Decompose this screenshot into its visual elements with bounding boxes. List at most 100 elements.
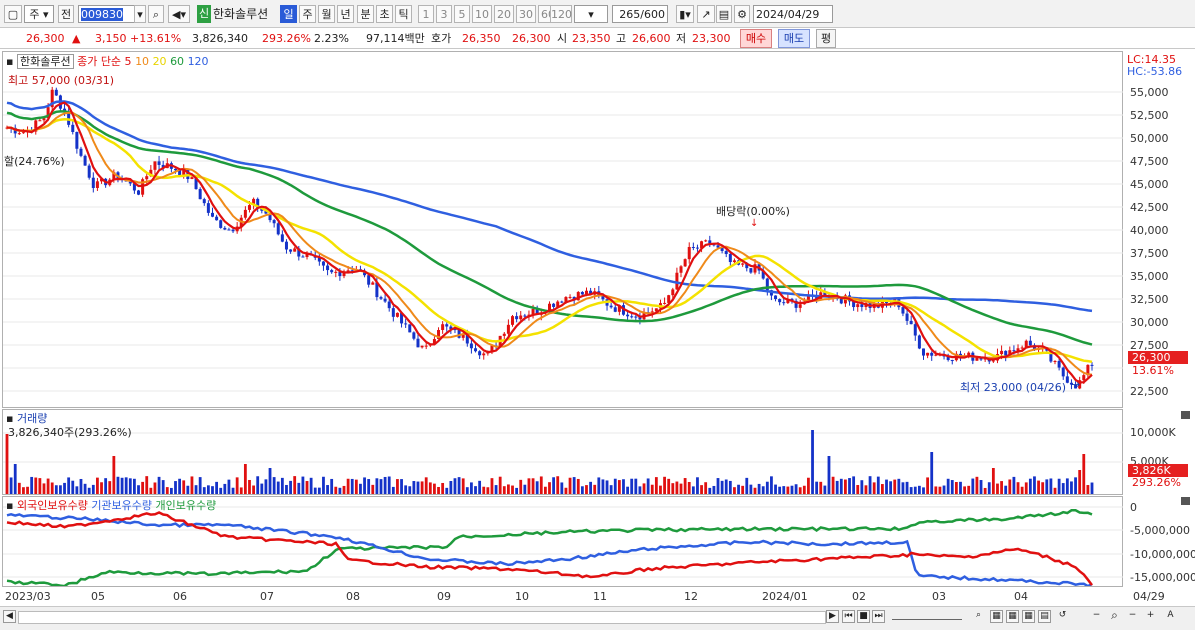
interval-input[interactable]: ▾ xyxy=(574,5,608,23)
high-price: 26,600 xyxy=(632,32,671,45)
interval-3-button[interactable]: 3 xyxy=(436,5,452,23)
layout4-icon[interactable]: ▤ xyxy=(1038,610,1051,623)
scroll-last-icon[interactable]: ⏭ xyxy=(872,610,885,623)
zoom-out-small-icon[interactable]: − xyxy=(1126,610,1139,623)
candle-body xyxy=(469,343,473,349)
price-legend: ▪ 한화솔루션 종가 단순 5 10 20 60 120 xyxy=(6,53,209,69)
zoom-out-icon[interactable]: − xyxy=(1090,610,1103,623)
candle-body xyxy=(909,320,913,325)
date-input[interactable]: 2024/04/29 ▦ xyxy=(753,5,833,39)
low-price: 23,300 xyxy=(692,32,731,45)
candle-body xyxy=(741,263,745,265)
period-yearly-button[interactable]: 년 xyxy=(337,5,354,23)
volume-bar xyxy=(568,477,572,494)
zoom-reset-icon[interactable]: ⌕ xyxy=(1108,609,1121,623)
sound-icon[interactable]: ◀▾ xyxy=(168,5,190,23)
candle-body xyxy=(79,148,83,156)
candle-body xyxy=(626,314,630,317)
zoom-slider[interactable] xyxy=(892,614,962,620)
scroll-first-icon[interactable]: ⏮ xyxy=(842,610,855,623)
stock-name: 한화솔루션 xyxy=(213,7,269,21)
stop-icon[interactable]: ■ xyxy=(857,610,870,623)
zoom-search-icon[interactable]: ⌕ xyxy=(972,610,985,623)
buy-button[interactable]: 매수 xyxy=(740,29,772,48)
volume-bar xyxy=(827,456,831,494)
window-layout-icon[interactable]: ▢ xyxy=(4,5,22,23)
period-weekly-button[interactable]: 주 xyxy=(299,5,316,23)
volume-bar xyxy=(264,479,268,494)
draw-tool-icon[interactable]: ↗ xyxy=(697,5,715,23)
price-axis-label: 50,000 xyxy=(1130,132,1169,145)
settings-icon[interactable]: ⚙ xyxy=(734,5,750,23)
volume-chart[interactable] xyxy=(3,410,1123,494)
interval-20-button[interactable]: 20 xyxy=(494,5,514,23)
volume-bar xyxy=(75,486,79,494)
volume-bar xyxy=(926,477,930,494)
candle-body xyxy=(506,324,510,334)
period-tick-button[interactable]: 틱 xyxy=(395,5,412,23)
volume-close-icon[interactable] xyxy=(1181,411,1190,419)
candle-body xyxy=(17,133,21,135)
candle-body xyxy=(774,295,778,300)
candle-body xyxy=(445,324,449,327)
layout2-icon[interactable]: ▦ xyxy=(1006,610,1019,623)
volume-bar xyxy=(153,482,157,494)
volume-bar xyxy=(359,483,362,494)
volume-bar xyxy=(831,476,835,494)
volume-bar xyxy=(770,476,773,494)
volume-bar xyxy=(552,477,556,494)
font-size-icon[interactable]: A xyxy=(1164,610,1177,623)
search-icon[interactable]: ⌕ xyxy=(148,5,164,23)
candle-type-icon[interactable]: ▮▾ xyxy=(676,5,694,23)
interval-30-button[interactable]: 30 xyxy=(516,5,536,23)
sell-button[interactable]: 매도 xyxy=(778,29,810,48)
volume-bar xyxy=(728,480,732,494)
layout3-icon[interactable]: ▦ xyxy=(1022,610,1035,623)
period-minute-button[interactable]: 분 xyxy=(357,5,374,23)
prev-stock-button[interactable]: 전 xyxy=(58,5,74,23)
stock-code-input[interactable]: 009830 xyxy=(78,5,136,23)
volume-bar xyxy=(872,482,876,494)
zoom-in-icon[interactable]: + xyxy=(1144,610,1157,623)
legend-ma20: 20 xyxy=(152,55,167,68)
scroll-right-icon[interactable]: ▶ xyxy=(826,610,839,623)
volume-bar xyxy=(206,485,210,494)
scroll-left-icon[interactable]: ◀ xyxy=(3,610,16,623)
legend-toggle-icon[interactable]: ▪ xyxy=(6,499,13,512)
x-axis-label: 04/29 xyxy=(1133,590,1165,603)
code-dropdown-icon[interactable]: ▾ xyxy=(134,5,146,23)
bar-count-input[interactable]: 265/600 xyxy=(612,5,668,23)
interval-5-button[interactable]: 5 xyxy=(454,5,470,23)
legend-stock-name[interactable]: 한화솔루션 xyxy=(16,54,74,69)
holdings-close-icon[interactable] xyxy=(1181,497,1190,505)
candle-body xyxy=(975,357,979,361)
layout-icon[interactable]: ▦ xyxy=(990,610,1003,623)
average-button[interactable]: 평 xyxy=(816,29,836,48)
volume-bar xyxy=(289,480,292,494)
interval-10-button[interactable]: 10 xyxy=(472,5,492,23)
save-icon[interactable]: ▤ xyxy=(716,5,732,23)
interval-120-button[interactable]: 120 xyxy=(550,5,572,23)
back-icon[interactable]: ↺ xyxy=(1056,610,1069,623)
candle-body xyxy=(231,229,235,232)
volume-bar xyxy=(1008,479,1012,494)
legend-toggle-icon[interactable]: ▪ xyxy=(6,55,13,68)
interval-1-button[interactable]: 1 xyxy=(418,5,434,23)
volume-bar xyxy=(519,479,523,494)
volume-bar xyxy=(967,485,971,494)
chart-scrollbar[interactable] xyxy=(18,611,826,624)
period-monthly-button[interactable]: 월 xyxy=(318,5,335,23)
period-second-button[interactable]: 초 xyxy=(376,5,393,23)
volume-bar xyxy=(428,482,432,494)
volume-bar xyxy=(231,487,235,494)
period-daily-button[interactable]: 일 xyxy=(280,5,297,23)
market-select[interactable]: 주 ▾ xyxy=(24,5,54,23)
candle-body xyxy=(778,299,782,303)
price-chart[interactable] xyxy=(3,52,1123,407)
volume-bar xyxy=(724,479,728,494)
volume-bar xyxy=(165,487,169,494)
volume-bar xyxy=(654,477,658,494)
candle-body xyxy=(280,234,284,242)
ask-price: 26,350 xyxy=(462,32,501,45)
x-axis-label: 12 xyxy=(684,590,698,603)
